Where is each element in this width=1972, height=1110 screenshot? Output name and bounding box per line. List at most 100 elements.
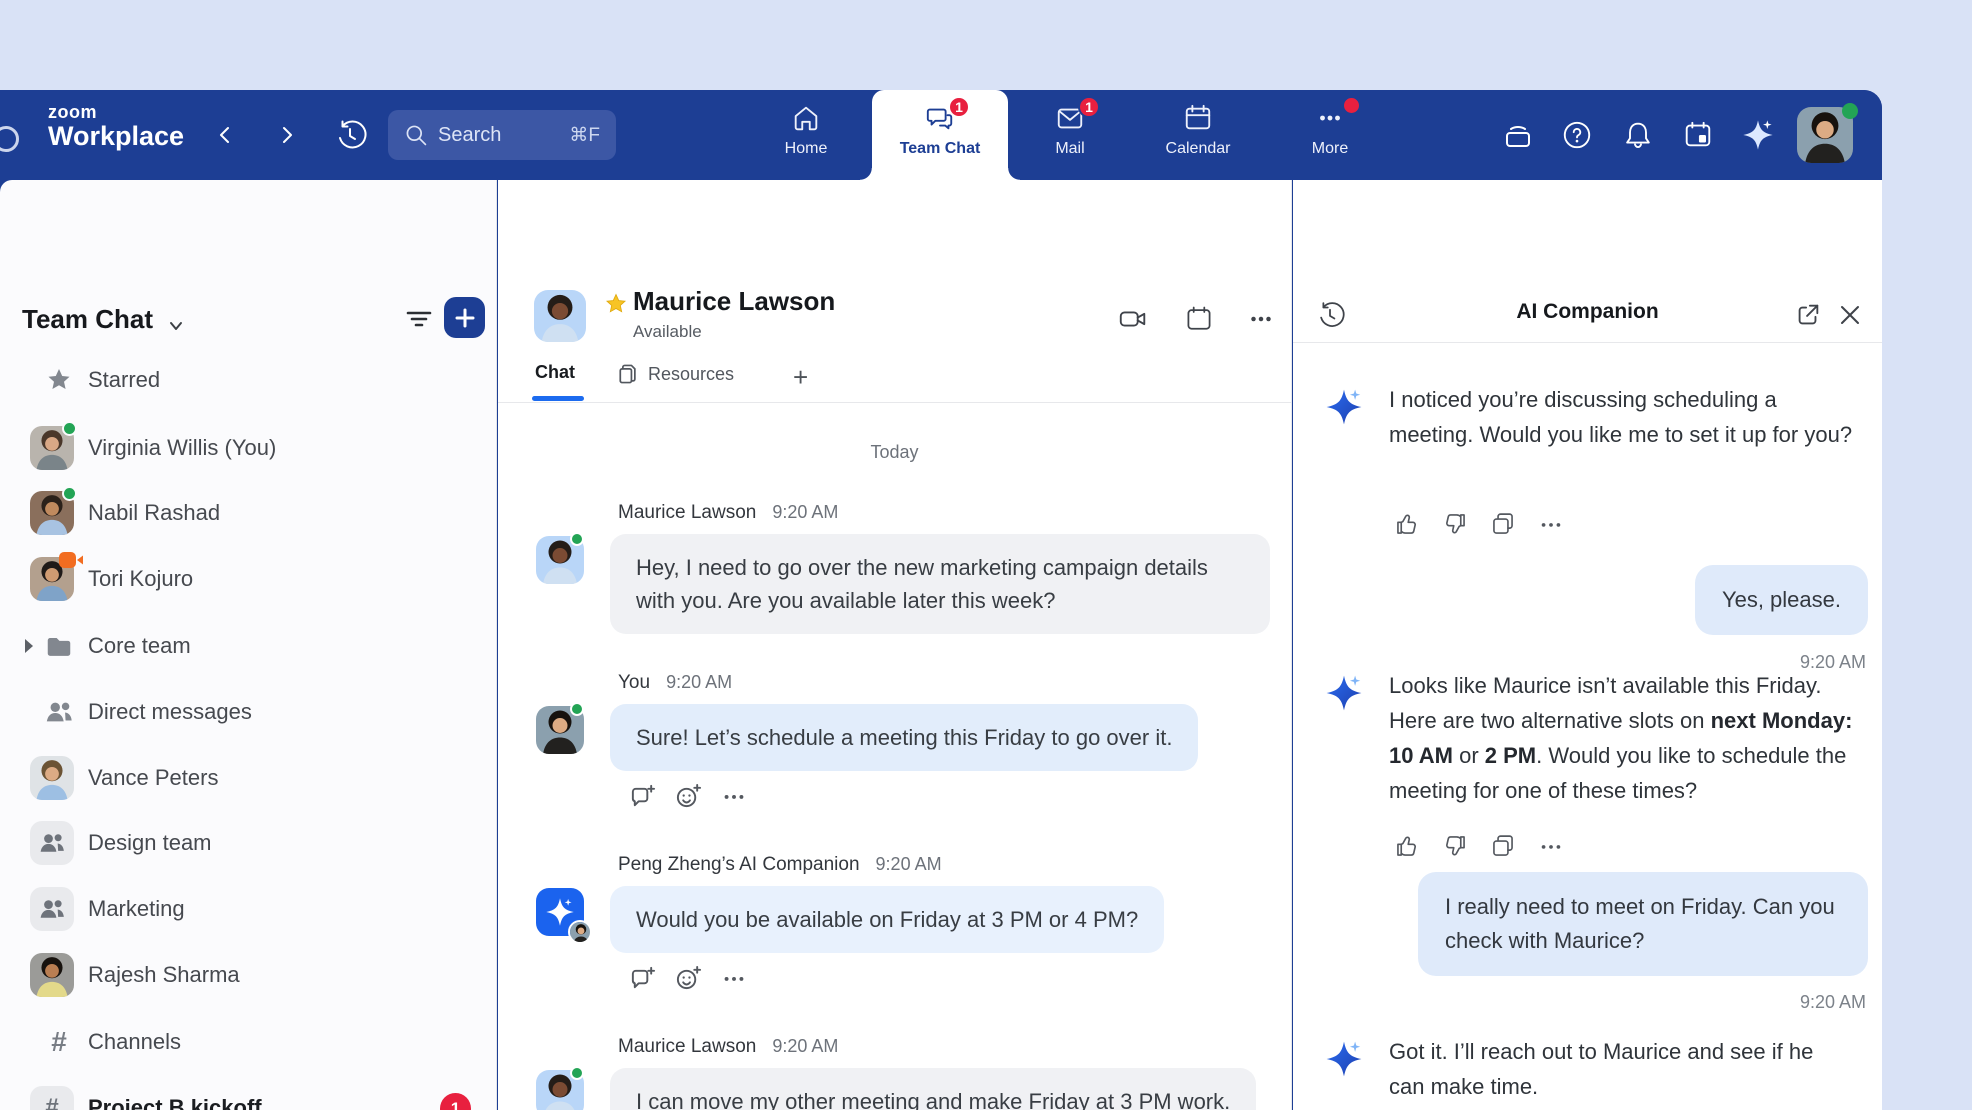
logo-zoom: zoom — [48, 103, 184, 122]
avatar — [30, 756, 74, 800]
tab-team-chat[interactable]: Team Chat 1 — [872, 90, 1008, 192]
tab-resources[interactable]: Resources — [616, 362, 734, 386]
message-bubble[interactable]: Hey, I need to go over the new marketing… — [610, 534, 1270, 634]
reply-in-thread-icon — [629, 965, 656, 992]
channel-avatar: # — [30, 1086, 74, 1110]
add-reaction-button[interactable] — [674, 782, 702, 810]
reply-in-thread-button[interactable] — [628, 964, 656, 992]
more-actions-icon — [721, 783, 747, 809]
tab-mail[interactable]: Mail 1 — [1028, 90, 1112, 180]
search-input[interactable]: Search ⌘F — [388, 110, 616, 160]
sidebar-section-core-team[interactable]: Core team — [0, 618, 496, 674]
search-shortcut: ⌘F — [569, 124, 600, 147]
logo-workplace: Workplace — [48, 122, 184, 150]
tab-home[interactable]: Home — [764, 90, 848, 180]
copy-button[interactable] — [1489, 510, 1517, 538]
chat-contact-name: Maurice Lawson — [633, 286, 835, 317]
open-in-window-button[interactable] — [1791, 298, 1825, 332]
history-icon — [333, 118, 367, 152]
notifications-button[interactable] — [1618, 115, 1658, 155]
help-button[interactable] — [1557, 115, 1597, 155]
profile-presence-dot — [1842, 103, 1858, 119]
more-actions-icon — [721, 965, 747, 991]
history-button[interactable] — [330, 115, 370, 155]
ai-message: I noticed you’re discussing scheduling a… — [1389, 382, 1853, 452]
ai-sparkle-icon — [1325, 388, 1363, 426]
message-bubble[interactable]: Sure! Let’s schedule a meeting this Frid… — [610, 704, 1198, 771]
filter-button[interactable] — [399, 298, 439, 338]
ai-feedback-actions — [1393, 510, 1565, 538]
sidebar-item-design-team[interactable]: Design team — [0, 815, 496, 871]
thumbs-down-icon — [1441, 510, 1469, 538]
thumbs-up-button[interactable] — [1393, 832, 1421, 860]
starred-icon[interactable] — [604, 292, 628, 321]
more-options-button[interactable] — [1244, 302, 1278, 336]
sidebar-item-project-b-kickoff[interactable]: # Project B kickoff 1 — [0, 1080, 496, 1110]
search-icon — [404, 123, 428, 147]
reply-in-thread-button[interactable] — [628, 782, 656, 810]
sidebar-item-rajesh-sharma[interactable]: Rajesh Sharma — [0, 947, 496, 1003]
notifications-icon — [1622, 119, 1654, 151]
ai-message: Got it. I’ll reach out to Maurice and se… — [1389, 1034, 1853, 1104]
back-button[interactable] — [205, 115, 245, 155]
presence-online-dot — [570, 532, 584, 546]
message-timestamp: 9:20 AM — [1800, 992, 1866, 1013]
rooms-device-button[interactable] — [1498, 115, 1538, 155]
avatar — [30, 953, 74, 997]
video-call-button[interactable] — [1116, 302, 1150, 336]
thumbs-down-button[interactable] — [1441, 832, 1469, 860]
ai-companion-panel: AI Companion I noticed you’r — [1293, 180, 1882, 1110]
chevron-left-icon — [214, 124, 236, 146]
thumbs-up-button[interactable] — [1393, 510, 1421, 538]
ai-feedback-actions — [1393, 832, 1565, 860]
more-actions-button[interactable] — [720, 964, 748, 992]
sidebar-item-marketing[interactable]: Marketing — [0, 881, 496, 937]
add-reaction-button[interactable] — [674, 964, 702, 992]
presence-online-dot — [62, 486, 77, 501]
tab-chat[interactable]: Chat — [535, 362, 575, 383]
tab-calendar[interactable]: Calendar — [1156, 90, 1240, 180]
tab-more[interactable]: More — [1288, 90, 1372, 180]
ai-user-message-bubble[interactable]: I really need to meet on Friday. Can you… — [1418, 872, 1868, 976]
message-bubble[interactable]: Would you be available on Friday at 3 PM… — [610, 886, 1164, 953]
more-notification-dot — [1344, 98, 1359, 113]
chat-header-avatar[interactable] — [534, 290, 586, 342]
ai-user-message-bubble[interactable]: Yes, please. — [1695, 565, 1868, 635]
forward-button[interactable] — [267, 115, 307, 155]
sidebar-item-vance-peters[interactable]: Vance Peters — [0, 750, 496, 806]
more-actions-button[interactable] — [1537, 832, 1565, 860]
more-actions-button[interactable] — [1537, 510, 1565, 538]
close-panel-button[interactable] — [1833, 298, 1867, 332]
schedule-meeting-button[interactable] — [1182, 302, 1216, 336]
add-tab-button[interactable]: + — [793, 362, 808, 393]
caret-right-icon[interactable] — [25, 639, 33, 653]
more-options-icon — [1246, 304, 1276, 334]
copy-button[interactable] — [1489, 832, 1517, 860]
unread-badge: 1 — [440, 1093, 471, 1110]
ai-sparkle-icon — [1325, 1040, 1363, 1078]
sidebar-title[interactable]: Team Chat — [22, 304, 153, 335]
mail-unread-badge: 1 — [1078, 96, 1100, 118]
sidebar-section-starred[interactable]: Starred — [0, 352, 496, 408]
presence-online-dot — [62, 421, 77, 436]
ai-owner-mini-avatar — [568, 920, 592, 944]
more-actions-button[interactable] — [720, 782, 748, 810]
ai-sparkle-icon — [1325, 674, 1363, 712]
sidebar-item-nabil-rashad[interactable]: Nabil Rashad — [0, 485, 496, 541]
chevron-down-icon[interactable] — [166, 316, 186, 341]
tab-flare — [1008, 168, 1020, 180]
resources-icon — [616, 362, 640, 386]
message-bubble[interactable]: I can move my other meeting and make Fri… — [610, 1068, 1256, 1110]
thumbs-down-button[interactable] — [1441, 510, 1469, 538]
ai-companion-button[interactable] — [1738, 115, 1778, 155]
schedule-button[interactable] — [1678, 115, 1718, 155]
thumbs-up-icon — [1393, 510, 1421, 538]
sidebar-item-virginia-willis[interactable]: Virginia Willis (You) — [0, 420, 496, 476]
sidebar-item-tori-kojuro[interactable]: Tori Kojuro — [0, 551, 496, 607]
sidebar-section-direct-messages[interactable]: Direct messages — [0, 684, 496, 740]
star-icon — [44, 365, 74, 395]
sidebar-section-channels[interactable]: # Channels — [0, 1014, 496, 1070]
chat-panel: Maurice Lawson Available Chat — [498, 180, 1292, 1110]
copy-icon — [1489, 832, 1517, 860]
new-chat-button[interactable] — [444, 297, 485, 338]
